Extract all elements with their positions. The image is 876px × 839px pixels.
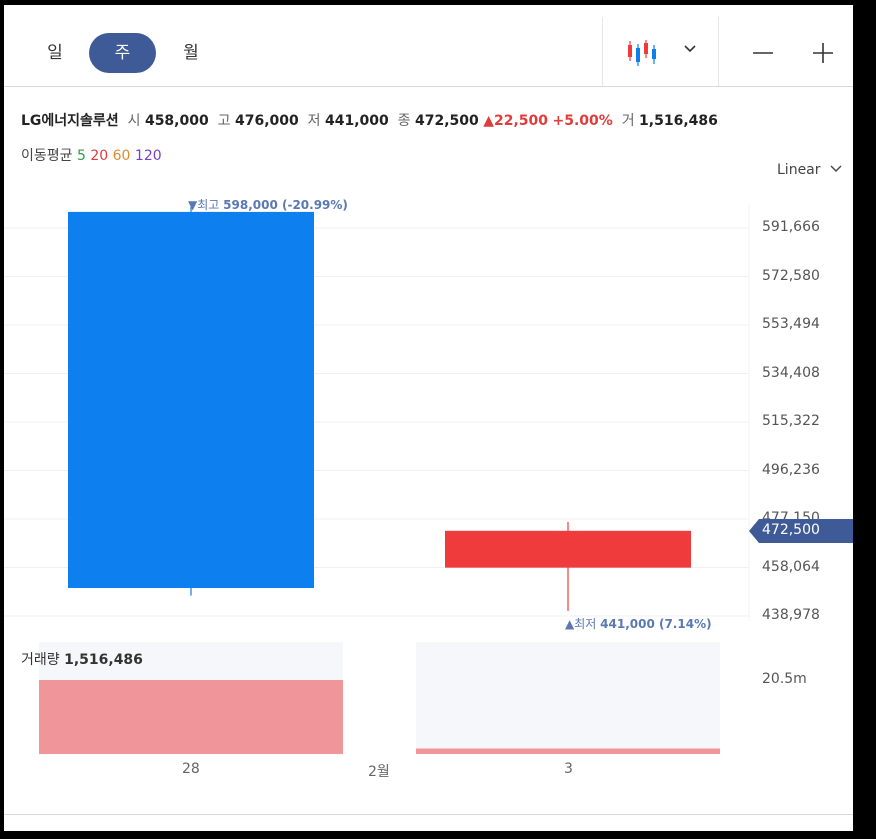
y-tick-label: 458,064 (762, 558, 820, 575)
volume-cell (416, 642, 720, 754)
y-tick-label: 553,494 (762, 316, 820, 332)
x-tick-label: 3 (564, 761, 573, 777)
bottom-divider (4, 814, 853, 815)
volume-bar (39, 680, 343, 754)
high-marker-value: 598,000 (-20.99%) (223, 198, 348, 212)
price-chart[interactable] (4, 5, 853, 831)
y-tick-label: 572,580 (762, 267, 820, 284)
chart-widget: 일 주 월 LG에너지솔루션 시 458,000 고 476,000 저 441… (4, 5, 853, 831)
volume-title-value: 1,516,486 (64, 652, 143, 668)
candle-body (445, 530, 691, 568)
volume-bar (416, 748, 720, 754)
low-marker: ▲최저 441,000 (7.14%) (565, 615, 712, 632)
y-tick-label: 496,236 (762, 461, 820, 478)
y-tick-label: 438,978 (762, 607, 820, 623)
current-price-value: 472,500 (762, 522, 820, 538)
current-price-label: 472,500 (749, 519, 853, 543)
volume-title: 거래량 1,516,486 (21, 649, 143, 669)
high-marker: ▼최고 598,000 (-20.99%) (188, 196, 348, 213)
volume-title-label: 거래량 (21, 652, 60, 668)
low-marker-value: 441,000 (7.14%) (600, 617, 712, 631)
y-tick-label: 591,666 (762, 219, 820, 235)
volume-y-tick: 20.5m (762, 671, 807, 687)
y-tick-label: 515,322 (762, 413, 820, 429)
x-tick-label: 28 (182, 761, 200, 777)
high-marker-text: ▼최고 (188, 198, 220, 212)
x-tick-label: 2월 (368, 764, 390, 780)
low-marker-text: ▲최저 (565, 617, 597, 631)
y-tick-label: 534,408 (762, 364, 820, 381)
candle-body (68, 211, 314, 588)
